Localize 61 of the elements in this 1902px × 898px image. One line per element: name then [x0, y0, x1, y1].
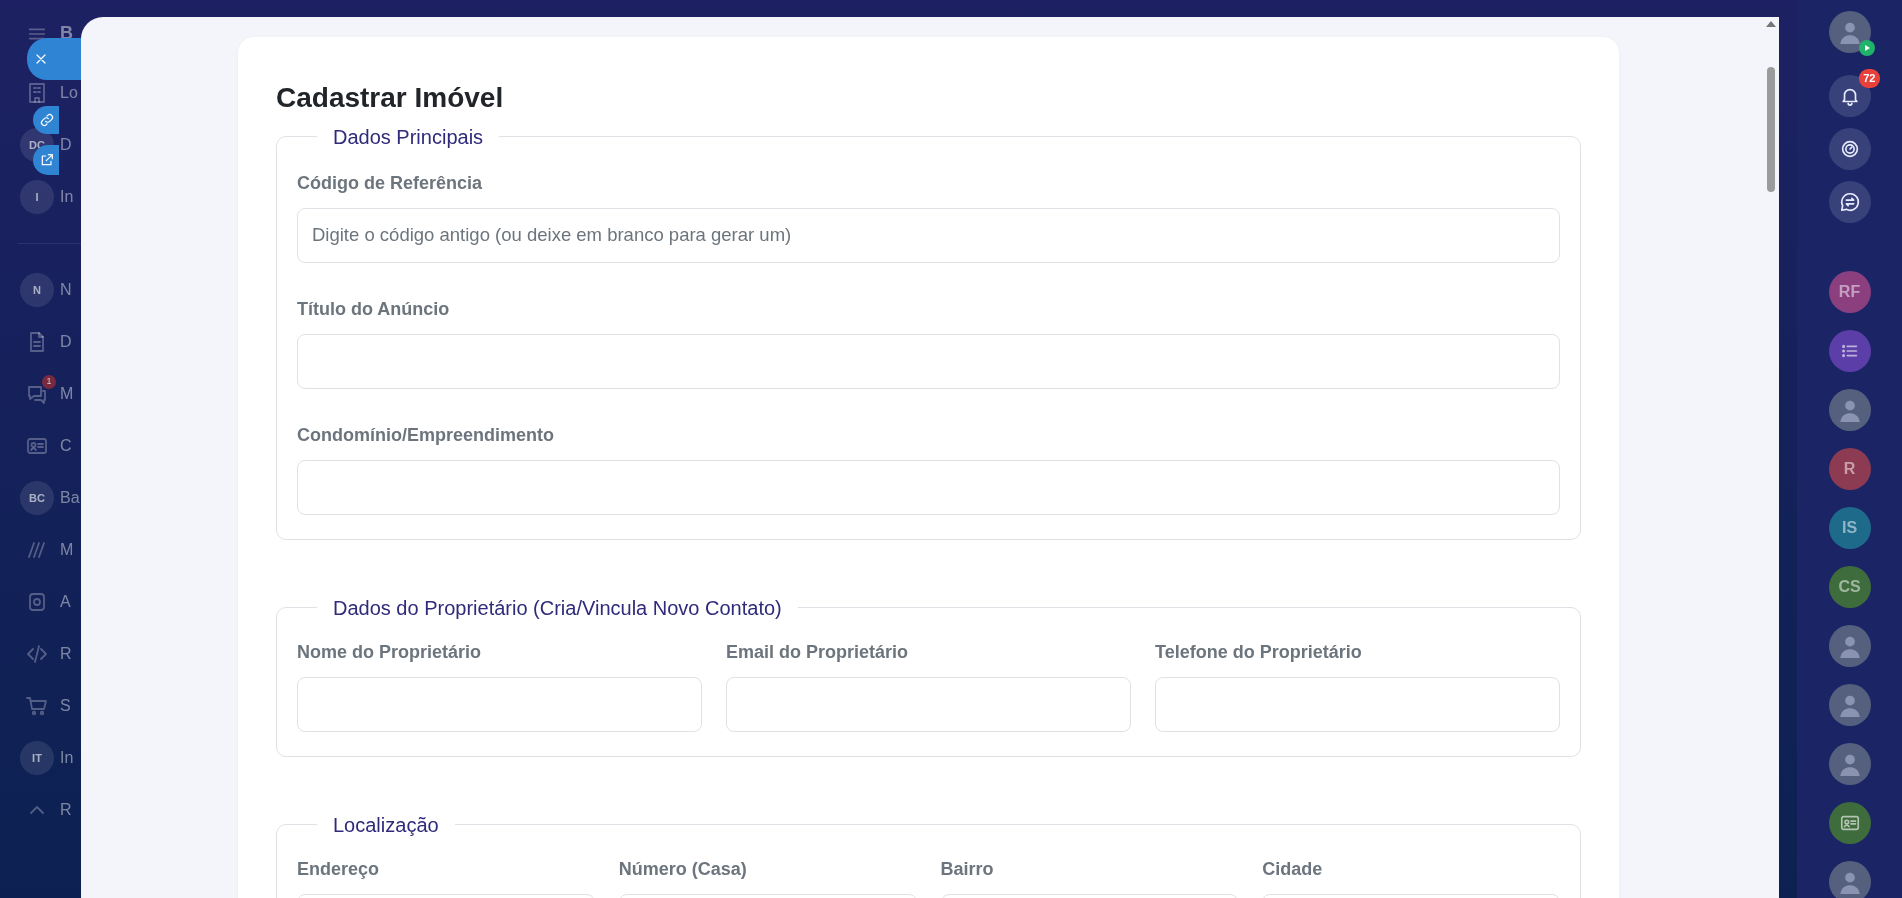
chat-swap-button[interactable]	[1828, 181, 1871, 223]
user-avatar[interactable]: R	[1828, 448, 1871, 490]
avatar-initials: I	[20, 180, 54, 214]
sidebar-item[interactable]: M	[60, 382, 74, 406]
avatar-initials: N	[20, 273, 54, 307]
field-label: Título do Anúncio	[297, 298, 451, 320]
scroll-up-arrow-icon[interactable]	[1766, 21, 1776, 27]
field-label: Número (Casa)	[618, 858, 748, 880]
input-field[interactable]	[726, 676, 1131, 732]
sidebar-item[interactable]: R	[60, 642, 72, 666]
sidebar-item[interactable]: M	[60, 538, 74, 562]
input-field[interactable]	[297, 676, 702, 732]
scrollbar-thumb[interactable]	[1767, 67, 1775, 192]
user-avatar[interactable]	[1828, 684, 1871, 726]
user-avatar[interactable]: IS	[1828, 507, 1871, 549]
input-field[interactable]	[1155, 676, 1560, 732]
field-label: Condomínio/Empreendimento	[297, 424, 555, 446]
field-label: Cidade	[1262, 858, 1324, 880]
sidebar-item[interactable]: Ba	[60, 486, 80, 510]
field-label: Endereço	[297, 858, 381, 880]
sidebar-item[interactable]: Lo	[60, 81, 78, 105]
sidebar-item[interactable]: A	[60, 590, 71, 614]
section-legend: Dados do Proprietário (Cria/Vincula Novo Contato)	[317, 595, 798, 620]
chat-swap-icon	[1838, 191, 1861, 213]
field-label: Bairro	[940, 858, 995, 880]
notification-badge: 1	[42, 375, 56, 389]
sidebar-item[interactable]: R	[60, 798, 72, 822]
avatar-initials: BC	[20, 481, 54, 515]
id-card-button[interactable]	[1828, 802, 1871, 844]
sidebar-item[interactable]: C	[60, 434, 72, 458]
external-link-icon	[39, 152, 55, 168]
link-icon	[39, 112, 55, 128]
list-button[interactable]	[1828, 330, 1871, 372]
notification-badge: 72	[1859, 69, 1880, 88]
field-label: Nome do Proprietário	[297, 641, 483, 663]
sidebar-item[interactable]: N	[60, 278, 72, 302]
field-label: Código de Referência	[297, 172, 484, 194]
sidebar-item[interactable]: In	[60, 746, 74, 770]
sidebar-item[interactable]: D	[60, 330, 72, 354]
user-avatar[interactable]	[1828, 743, 1871, 785]
user-avatar[interactable]: CS	[1828, 566, 1871, 608]
user-avatar[interactable]: RF	[1828, 271, 1871, 313]
field-label: Email do Proprietário	[726, 641, 910, 663]
avatar-initials: IT	[20, 741, 54, 775]
sidebar-item[interactable]: S	[60, 694, 71, 718]
user-avatar[interactable]	[1828, 625, 1871, 667]
user-avatar[interactable]	[1828, 389, 1871, 431]
form-title: Cadastrar Imóvel	[276, 81, 505, 115]
section-legend: Localização	[317, 812, 455, 837]
code-icon	[25, 642, 49, 666]
input-field[interactable]	[297, 333, 1560, 389]
section-legend: Dados Principais	[317, 124, 500, 149]
input-field[interactable]	[297, 459, 1560, 515]
sidebar-item[interactable]: D	[60, 133, 72, 157]
close-button[interactable]	[27, 38, 81, 80]
input-field[interactable]: Digite o código antigo (ou deixe em branco para gerar um)	[297, 207, 1560, 263]
user-avatar[interactable]	[1828, 861, 1871, 898]
field-label: Telefone do Proprietário	[1155, 641, 1363, 663]
cart-icon	[25, 694, 49, 718]
sidebar-item[interactable]: In	[60, 185, 74, 209]
link-button[interactable]	[33, 106, 59, 134]
